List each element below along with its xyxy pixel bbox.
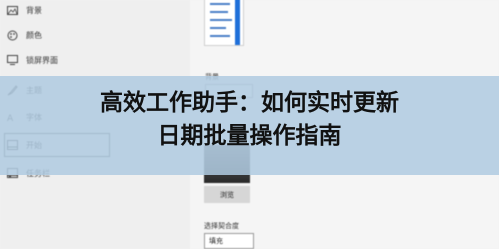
headline-line-2: 日期批量操作指南 <box>157 123 342 149</box>
sidebar-item-label: 锁屏界面 <box>26 55 58 65</box>
headline: 高效工作助手：如何实时更新 日期批量操作指南 <box>0 87 499 153</box>
fit-label: 选择契合度 <box>204 222 239 230</box>
image-icon <box>5 5 19 15</box>
lock-screen-icon <box>5 55 19 65</box>
sidebar-item-background[interactable]: 背景 <box>0 0 190 23</box>
fit-dropdown[interactable]: 填充 <box>204 233 254 249</box>
sidebar-item-lock-screen[interactable]: 锁屏界面 <box>0 47 190 73</box>
sidebar-item-colors[interactable]: 颜色 <box>0 22 190 48</box>
start-preview-thumbnail <box>204 0 244 46</box>
sidebar-item-label: 颜色 <box>26 30 42 40</box>
palette-icon <box>5 30 19 41</box>
headline-line-1: 高效工作助手：如何实时更新 <box>100 90 399 116</box>
accent-bar <box>235 0 240 45</box>
sidebar-item-label: 背景 <box>26 5 42 15</box>
browse-button[interactable]: 浏览 <box>204 186 250 203</box>
